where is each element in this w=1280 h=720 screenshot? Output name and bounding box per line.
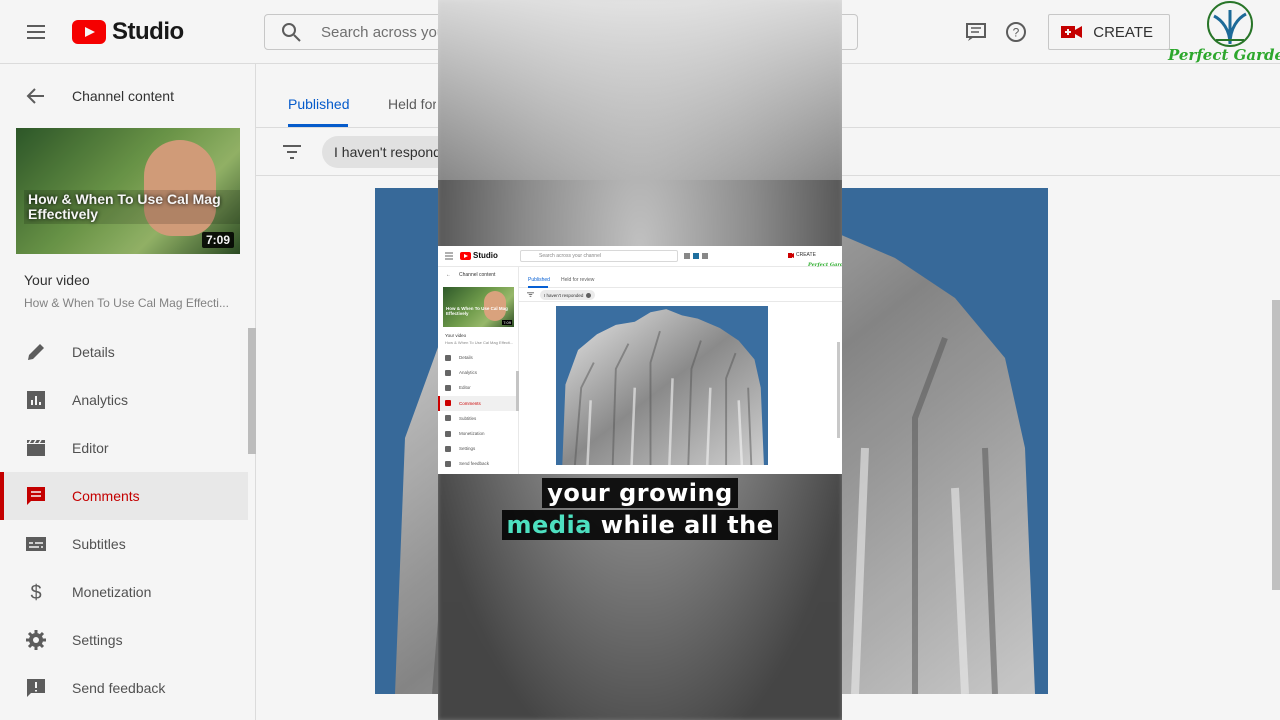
mini-sidebar-item-label: Monetization [459, 431, 485, 437]
mini-thumbnail-duration: 7:09 [502, 320, 512, 325]
mini-analytics-icon [445, 369, 451, 376]
mini-filter-chip: I haven't responded [540, 290, 596, 300]
mini-sidebar-item-comments: Comments [438, 395, 516, 411]
mini-tab-held-for-review: Held for review [561, 277, 595, 283]
mini-studio-logo: Studio [460, 251, 498, 260]
mini-sidebar-item-send-feedback: Send feedback [438, 456, 519, 471]
mini-sidebar-item-label: Details [459, 355, 473, 361]
mini-feedback-icon [445, 460, 451, 467]
mini-studio-screenshot: Studio Search across your channel CREATE… [438, 246, 842, 474]
mini-back-label: Channel content [459, 272, 496, 278]
mini-sidebar-nav: Details Analytics Editor Comments Subtit… [438, 350, 519, 472]
mini-metal-crystal-image [556, 306, 768, 465]
mini-tab-published: Published [528, 277, 550, 283]
mini-sidebar-item-label: Settings [459, 446, 476, 452]
mini-sidebar-item-label: Analytics [459, 370, 478, 376]
mini-sidebar-item-label: Comments [459, 400, 481, 406]
mini-video-title: How & When To Use Cal Mag Effecti... [445, 340, 514, 345]
caption-line-1-row: your growing [438, 478, 842, 508]
mini-arrow-back-icon: ← [446, 272, 451, 278]
mini-studio-text: Studio [473, 251, 498, 260]
mini-metal-crystal-illustration [562, 309, 764, 465]
mini-subtitles-icon [445, 415, 451, 422]
mini-top-bar: Studio Search across your channel CREATE… [438, 246, 842, 268]
mini-video-camera-icon [788, 252, 794, 258]
mini-search-box: Search across your channel [520, 250, 678, 262]
mini-back-row: ← Channel content [446, 272, 495, 278]
mini-dollar-icon [445, 430, 451, 437]
caption-line-2-rest: while all the [600, 511, 774, 539]
mini-filter-chip-label: I haven't responded [544, 292, 584, 298]
mini-pencil-icon [445, 354, 451, 361]
mini-sidebar-item-monetization: Monetization [438, 426, 519, 441]
mini-sidebar-item-details: Details [438, 350, 519, 365]
caption-line-2-row: media while all the [438, 510, 842, 540]
mini-youtube-logo-icon [460, 251, 471, 260]
mini-sidebar-item-subtitles: Subtitles [438, 411, 519, 426]
mini-sidebar: ← Channel content How & When To Use Cal … [438, 267, 519, 474]
mini-main-scrollbar [837, 342, 840, 438]
mini-hamburger-icon [445, 252, 453, 260]
mini-sidebar-item-analytics: Analytics [438, 365, 519, 380]
mini-thumbnail-title: How & When To Use Cal Mag Effectively [446, 306, 508, 316]
mini-sidebar-scrollbar [516, 371, 519, 411]
mini-filter-bar: I haven't responded [519, 288, 842, 302]
mini-video-thumbnail: How & When To Use Cal Mag Effectively 7:… [443, 287, 514, 327]
mini-create-button: CREATE [788, 252, 816, 258]
mini-sidebar-item-label: Subtitles [459, 415, 477, 421]
mini-clapperboard-icon [445, 384, 451, 391]
mini-comment-tabs: Published Held for review [519, 267, 842, 288]
mini-filter-icon [527, 292, 534, 297]
mini-sidebar-item-label: Send feedback [459, 461, 490, 467]
mini-comment-icon [445, 400, 451, 407]
caption-line-2: media while all the [501, 510, 779, 540]
mini-sidebar-item-editor: Editor [438, 380, 519, 395]
caption-highlight-word: media [506, 511, 592, 539]
mini-toolbar-icons [684, 253, 708, 259]
mini-create-label: CREATE [796, 252, 816, 258]
blurred-top-region [438, 0, 842, 180]
mini-gear-icon [445, 445, 451, 452]
mini-chip-close-icon [586, 292, 592, 298]
caption-line-1: your growing [542, 478, 738, 508]
mini-your-video-label: Your video [445, 333, 467, 338]
mini-sidebar-item-label: Editor [459, 385, 471, 391]
mini-sidebar-item-settings: Settings [438, 441, 519, 456]
